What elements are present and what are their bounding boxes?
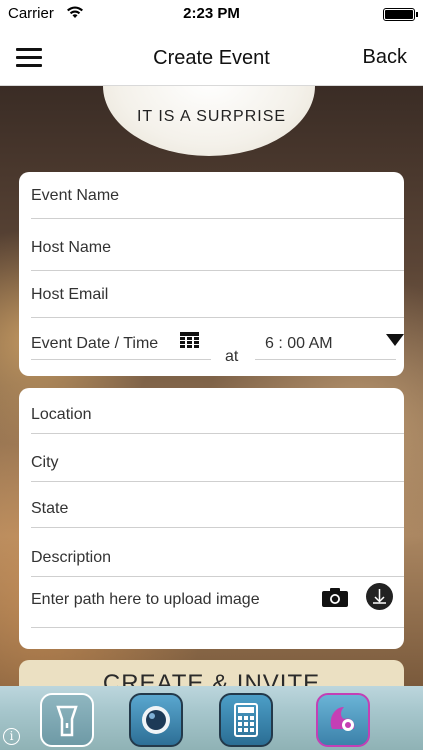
flashlight-icon[interactable]	[40, 693, 94, 747]
state-placeholder: State	[31, 500, 69, 517]
city-field[interactable]: City	[31, 436, 404, 482]
event-details-card: Event Name Host Name Host Email Event Da…	[19, 172, 404, 376]
event-datetime-row: Event Date / Time at 6 : 00 AM	[31, 318, 404, 368]
location-placeholder: Location	[31, 406, 92, 423]
event-date-placeholder: Event Date / Time	[31, 335, 159, 352]
squirrel-icon[interactable]	[316, 693, 370, 747]
upload-image-field[interactable]: Enter path here to upload image	[31, 577, 404, 628]
event-time-value: 6 : 00 AM	[265, 335, 333, 352]
description-placeholder: Description	[31, 549, 112, 566]
status-time: 2:23 PM	[183, 5, 240, 22]
upload-placeholder: Enter path here to upload image	[31, 591, 260, 608]
host-email-field[interactable]: Host Email	[31, 271, 404, 318]
download-icon[interactable]	[366, 583, 393, 610]
host-email-placeholder: Host Email	[31, 286, 109, 303]
dropdown-arrow-icon[interactable]	[386, 334, 404, 346]
host-name-placeholder: Host Name	[31, 239, 112, 256]
create-invite-button[interactable]: CREATE & INVITE	[19, 660, 404, 686]
info-icon[interactable]: i	[3, 728, 20, 745]
event-name-placeholder: Event Name	[31, 187, 120, 204]
status-bar: Carrier 2:23 PM	[0, 0, 423, 28]
event-time-select[interactable]: 6 : 00 AM	[255, 318, 404, 360]
back-button[interactable]: Back	[363, 46, 407, 69]
location-details-card: Location City State Description Enter pa…	[19, 388, 404, 649]
at-label: at	[225, 348, 239, 365]
state-field[interactable]: State	[31, 482, 404, 528]
event-name-field[interactable]: Event Name	[31, 172, 404, 219]
calculator-icon[interactable]	[219, 693, 273, 747]
app-dock: i	[0, 686, 423, 750]
banner-text: IT IS A SURPRISE	[136, 108, 287, 125]
camera-lens-icon[interactable]	[129, 693, 183, 747]
camera-icon[interactable]	[322, 587, 348, 607]
location-field[interactable]: Location	[31, 388, 404, 434]
host-name-field[interactable]: Host Name	[31, 224, 404, 271]
battery-icon	[383, 8, 418, 21]
description-field[interactable]: Description	[31, 531, 404, 577]
content-area: IT IS A SURPRISE Event Name Host Name Ho…	[0, 86, 423, 686]
city-placeholder: City	[31, 454, 59, 471]
nav-bar: Create Event Back	[0, 28, 423, 86]
page-title: Create Event	[153, 47, 270, 69]
calendar-icon[interactable]	[180, 332, 199, 349]
